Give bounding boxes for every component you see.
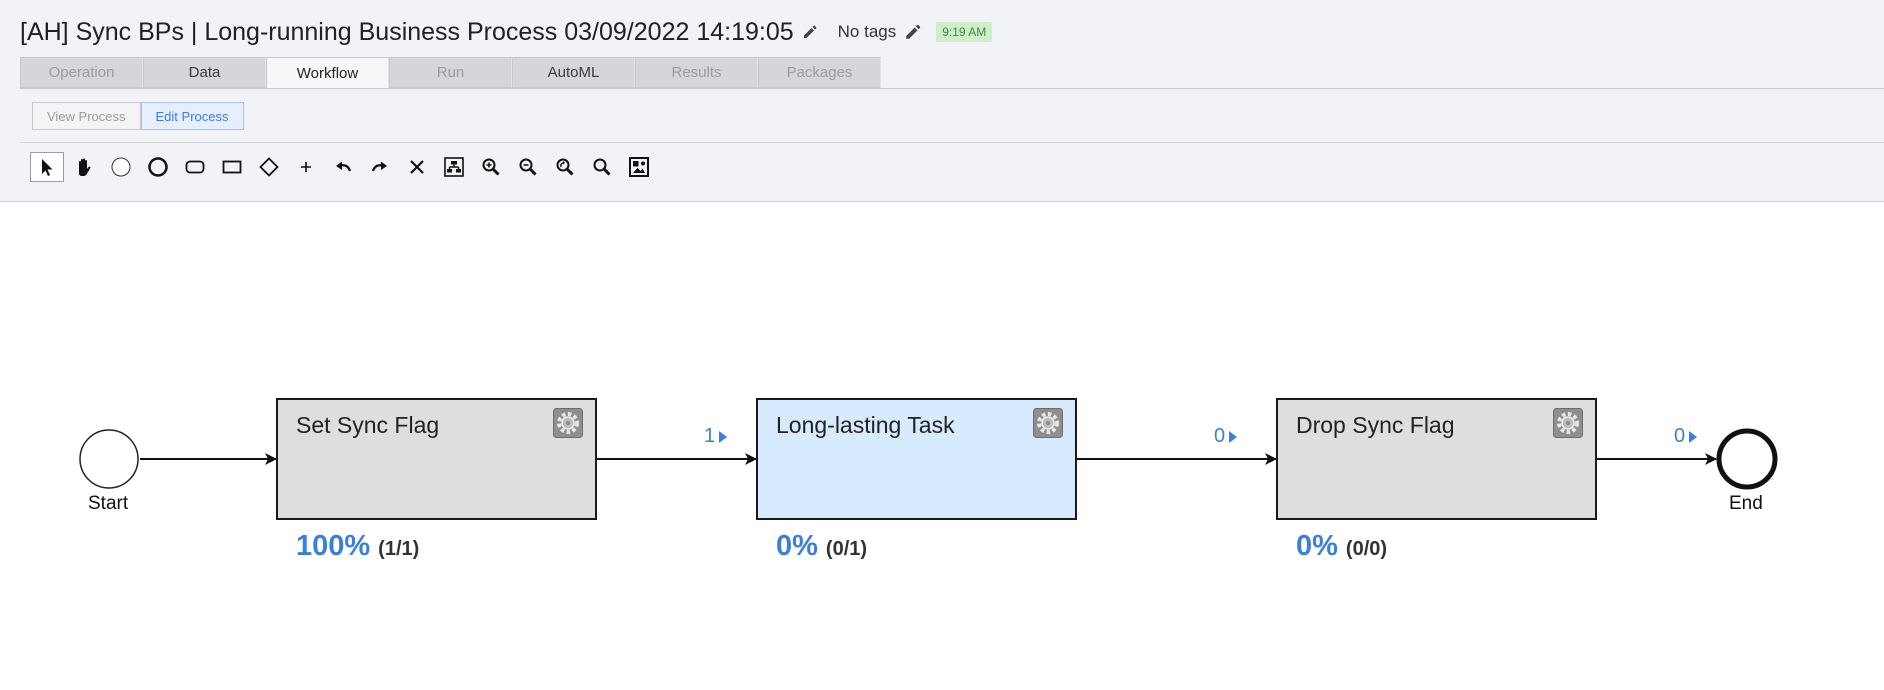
triangle-right-icon [1689, 430, 1698, 443]
tab-run[interactable]: Run [389, 57, 512, 88]
zoom-reset-tool[interactable] [548, 152, 582, 182]
process-header: [AH] Sync BPs | Long-running Business Pr… [0, 0, 1884, 202]
edit-title-pencil-icon[interactable] [802, 24, 818, 40]
service-task-gear-icon[interactable] [1033, 408, 1063, 438]
progress-count: (0/0) [1345, 538, 1388, 560]
end-event-tool[interactable] [141, 152, 175, 182]
end-event[interactable] [1716, 428, 1778, 490]
edit-tags-pencil-icon[interactable] [904, 23, 922, 41]
tab-operation[interactable]: Operation [20, 57, 143, 88]
gateway-icon [259, 157, 279, 177]
export-image-tool[interactable] [622, 152, 656, 182]
zoom-in-icon [482, 158, 500, 176]
start-event[interactable] [79, 429, 139, 489]
tab-divider [20, 88, 1884, 89]
tab-automl[interactable]: AutoML [512, 57, 635, 88]
redo-icon [371, 161, 387, 172]
task-label: Set Sync Flag [296, 412, 440, 438]
pointer-icon [42, 159, 53, 176]
end-event-icon [148, 157, 168, 177]
delete-tool[interactable] [400, 152, 434, 182]
subprocess-tool[interactable] [178, 152, 212, 182]
diagram-toolbar [30, 152, 659, 182]
tags-text: No tags [837, 22, 897, 41]
end-event-label: End [1729, 493, 1763, 514]
time-badge: 9:19 AM [936, 22, 993, 42]
gateway-tool[interactable] [252, 152, 286, 182]
task-tool[interactable] [215, 152, 249, 182]
progress-count: (0/1) [825, 538, 868, 560]
task-progress-long-lasting-task: 0% (0/1) [776, 530, 867, 563]
redo-tool[interactable] [363, 152, 397, 182]
service-task-gear-icon[interactable] [1553, 408, 1583, 438]
progress-percent: 100% [296, 530, 371, 562]
start-event-tool[interactable] [104, 152, 138, 182]
zoom-in-tool[interactable] [474, 152, 508, 182]
view-process-button[interactable]: View Process [32, 102, 141, 130]
hand-tool[interactable] [67, 152, 101, 182]
subtab-divider [20, 142, 1884, 143]
app-window: [AH] Sync BPs | Long-running Business Pr… [0, 0, 1884, 690]
task-drop-sync-flag[interactable]: Drop Sync Flag [1276, 398, 1597, 520]
zoom-reset-icon [556, 158, 574, 176]
process-canvas[interactable]: Start End Set Sync Flag 100% (1/1) Long-… [0, 203, 1884, 690]
edge-token-count: 1 [704, 425, 728, 448]
edge-token-count: 0 [1674, 425, 1698, 448]
start-event-label: Start [88, 493, 129, 514]
tab-data[interactable]: Data [143, 57, 266, 88]
plus-icon [301, 162, 311, 172]
edit-process-button[interactable]: Edit Process [140, 102, 244, 130]
task-progress-drop-sync-flag: 0% (0/0) [1296, 530, 1387, 563]
zoom-out-tool[interactable] [511, 152, 545, 182]
zoom-fit-icon [593, 158, 611, 176]
pointer-tool[interactable] [30, 152, 64, 182]
task-progress-set-sync-flag: 100% (1/1) [296, 530, 419, 563]
subprocess-icon [185, 160, 205, 174]
zoom-fit-tool[interactable] [585, 152, 619, 182]
undo-tool[interactable] [326, 152, 360, 182]
title-row: [AH] Sync BPs | Long-running Business Pr… [20, 14, 993, 50]
task-label: Drop Sync Flag [1296, 412, 1455, 438]
progress-percent: 0% [776, 530, 818, 562]
auto-layout-icon [444, 157, 464, 177]
tab-workflow[interactable]: Workflow [266, 57, 389, 89]
progress-percent: 0% [1296, 530, 1338, 562]
hand-icon [79, 158, 91, 176]
zoom-out-icon [519, 158, 537, 176]
service-task-gear-icon[interactable] [553, 408, 583, 438]
task-set-sync-flag[interactable]: Set Sync Flag [276, 398, 597, 520]
page-title: [AH] Sync BPs | Long-running Business Pr… [20, 17, 794, 46]
triangle-right-icon [719, 430, 728, 443]
tab-packages[interactable]: Packages [758, 57, 881, 88]
main-tabs: Operation Data Workflow Run AutoML Resul… [20, 57, 881, 89]
edge-token-count: 0 [1214, 425, 1238, 448]
start-event-icon [111, 157, 131, 177]
process-subtabs: View Process Edit Process [32, 102, 244, 130]
undo-icon [336, 161, 352, 172]
progress-count: (1/1) [378, 538, 420, 560]
export-image-icon [629, 157, 649, 177]
add-tool[interactable] [289, 152, 323, 182]
task-label: Long-lasting Task [776, 412, 955, 438]
task-icon [222, 160, 242, 174]
triangle-right-icon [1229, 430, 1238, 443]
auto-layout-tool[interactable] [437, 152, 471, 182]
tab-results[interactable]: Results [635, 57, 758, 88]
delete-icon [410, 160, 424, 174]
task-long-lasting-task[interactable]: Long-lasting Task [756, 398, 1077, 520]
